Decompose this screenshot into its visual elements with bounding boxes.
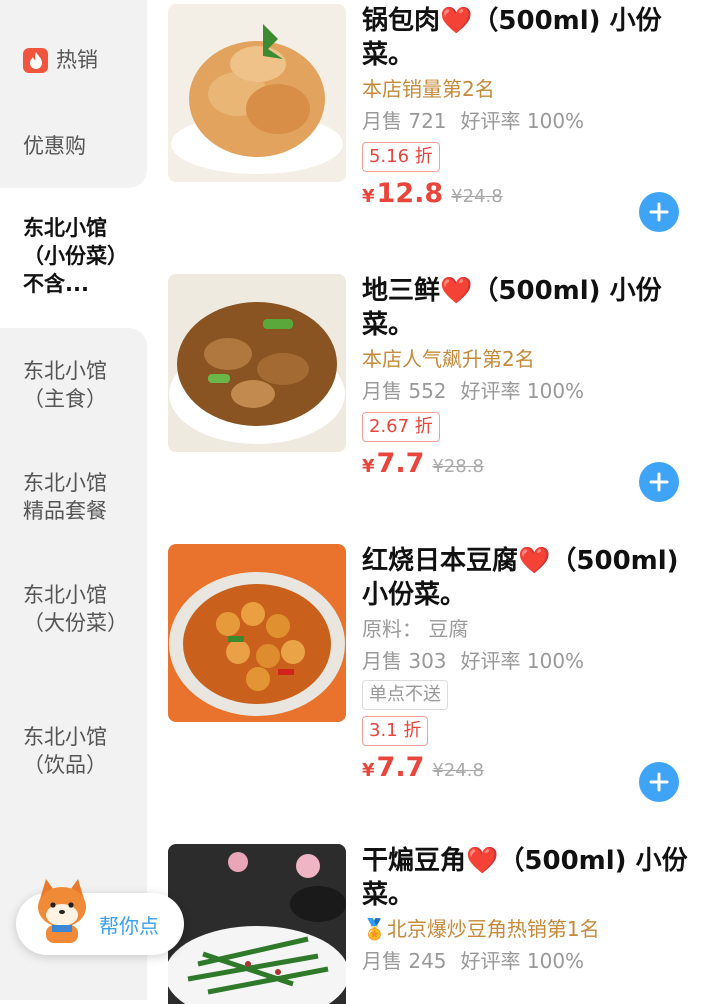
- sidebar-item-label: 东北小馆（大份菜）: [23, 583, 128, 635]
- sidebar-item-small-dishes[interactable]: 东北小馆（小份菜）不含...: [0, 188, 147, 328]
- heart-icon: ❤️: [518, 546, 551, 576]
- medal-icon: 🏅: [362, 917, 387, 941]
- add-to-cart-button[interactable]: [639, 762, 679, 802]
- item-stats: 月售 552 好评率 100%: [362, 378, 702, 404]
- menu-item[interactable]: 锅包肉❤️（500ml) 小份菜。 本店销量第2名 月售 721 好评率 100%…: [168, 4, 715, 244]
- discount-badge: 5.16 折: [362, 142, 440, 172]
- rating: 好评率 100%: [460, 949, 585, 973]
- discount-badge: 3.1 折: [362, 716, 429, 746]
- sidebar-item-set-meals[interactable]: 东北小馆精品套餐: [0, 469, 147, 525]
- discount-badge: 2.67 折: [362, 412, 440, 442]
- sidebar-item-discount[interactable]: 优惠购: [0, 132, 147, 160]
- dish-photo[interactable]: [168, 4, 346, 182]
- original-price: ¥24.8: [432, 760, 484, 781]
- dish-photo[interactable]: [168, 274, 346, 452]
- plus-icon: [649, 772, 669, 792]
- original-price: ¥24.8: [451, 186, 503, 207]
- monthly-sales: 月售 303: [362, 649, 447, 673]
- menu-item[interactable]: 红烧日本豆腐❤️（500ml) 小份菜。 原料： 豆腐 月售 303 好评率 10…: [168, 544, 715, 824]
- item-info: 红烧日本豆腐❤️（500ml) 小份菜。 原料： 豆腐 月售 303 好评率 10…: [362, 544, 702, 783]
- sidebar-item-label: 东北小馆（主食）: [23, 359, 107, 411]
- sidebar-item-label: 热销: [56, 48, 98, 72]
- sidebar-item-large-dishes[interactable]: 东北小馆（大份菜）: [0, 581, 147, 637]
- dish-photo[interactable]: [168, 544, 346, 722]
- rating: 好评率 100%: [460, 109, 585, 133]
- item-title: 红烧日本豆腐❤️（500ml) 小份菜。: [362, 546, 679, 610]
- sidebar-item-hot[interactable]: 热销: [0, 46, 147, 74]
- heart-icon: ❤️: [440, 6, 473, 36]
- sidebar-item-label: 优惠购: [23, 134, 86, 158]
- sidebar-item-drinks[interactable]: 东北小馆（饮品）: [0, 723, 147, 779]
- heart-icon: ❤️: [466, 846, 499, 876]
- monthly-sales: 月售 245: [362, 949, 447, 973]
- rating: 好评率 100%: [460, 649, 585, 673]
- plus-icon: [649, 202, 669, 222]
- currency-symbol: ¥: [362, 186, 375, 207]
- item-info: 锅包肉❤️（500ml) 小份菜。 本店销量第2名 月售 721 好评率 100%…: [362, 4, 702, 209]
- original-price: ¥28.8: [432, 456, 484, 477]
- menu-item[interactable]: 干煸豆角❤️（500ml) 小份菜。 🏅北京爆炒豆角热销第1名 月售 245 好评…: [168, 844, 715, 1004]
- ingredients: 原料： 豆腐: [362, 617, 469, 641]
- heart-icon: ❤️: [440, 276, 473, 306]
- sidebar-item-label: 东北小馆（小份菜）不含...: [23, 216, 118, 296]
- current-price: 7.7: [376, 752, 425, 783]
- shiba-mascot-icon: [32, 877, 92, 951]
- ranking-tag: 本店销量第2名: [362, 77, 495, 101]
- item-stats: 月售 245 好评率 100%: [362, 948, 702, 974]
- sidebar-item-label: 东北小馆（饮品）: [23, 725, 107, 777]
- item-title: 锅包肉❤️（500ml) 小份菜。: [362, 6, 662, 70]
- add-to-cart-button[interactable]: [639, 192, 679, 232]
- currency-symbol: ¥: [362, 456, 375, 477]
- item-title: 地三鲜❤️（500ml) 小份菜。: [362, 276, 662, 340]
- item-stats: 月售 303 好评率 100%: [362, 648, 702, 674]
- monthly-sales: 月售 721: [362, 109, 447, 133]
- sidebar-item-label: 东北小馆精品套餐: [23, 471, 107, 523]
- item-title: 干煸豆角❤️（500ml) 小份菜。: [362, 846, 688, 910]
- no-single-delivery-badge: 单点不送: [362, 680, 448, 710]
- category-sidebar: 热销 优惠购 东北小馆（小份菜）不含... 东北小馆（主食） 东北小馆精品套餐 …: [0, 0, 147, 1000]
- ranking-tag: 本店人气飙升第2名: [362, 347, 535, 371]
- ranking-tag: 🏅北京爆炒豆角热销第1名: [362, 917, 600, 941]
- rating: 好评率 100%: [460, 379, 585, 403]
- menu-item[interactable]: 地三鲜❤️（500ml) 小份菜。 本店人气飙升第2名 月售 552 好评率 10…: [168, 274, 715, 514]
- dish-photo[interactable]: [168, 844, 346, 1004]
- item-info: 地三鲜❤️（500ml) 小份菜。 本店人气飙升第2名 月售 552 好评率 10…: [362, 274, 702, 479]
- current-price: 12.8: [376, 178, 444, 209]
- sidebar-item-staple[interactable]: 东北小馆（主食）: [0, 357, 120, 413]
- monthly-sales: 月售 552: [362, 379, 447, 403]
- add-to-cart-button[interactable]: [639, 462, 679, 502]
- item-info: 干煸豆角❤️（500ml) 小份菜。 🏅北京爆炒豆角热销第1名 月售 245 好评…: [362, 844, 702, 974]
- currency-symbol: ¥: [362, 760, 375, 781]
- current-price: 7.7: [376, 448, 425, 479]
- helper-label: 帮你点: [99, 914, 159, 938]
- flame-icon: [23, 47, 48, 73]
- help-me-order-button[interactable]: 帮你点: [16, 879, 184, 955]
- item-stats: 月售 721 好评率 100%: [362, 108, 702, 134]
- plus-icon: [649, 472, 669, 492]
